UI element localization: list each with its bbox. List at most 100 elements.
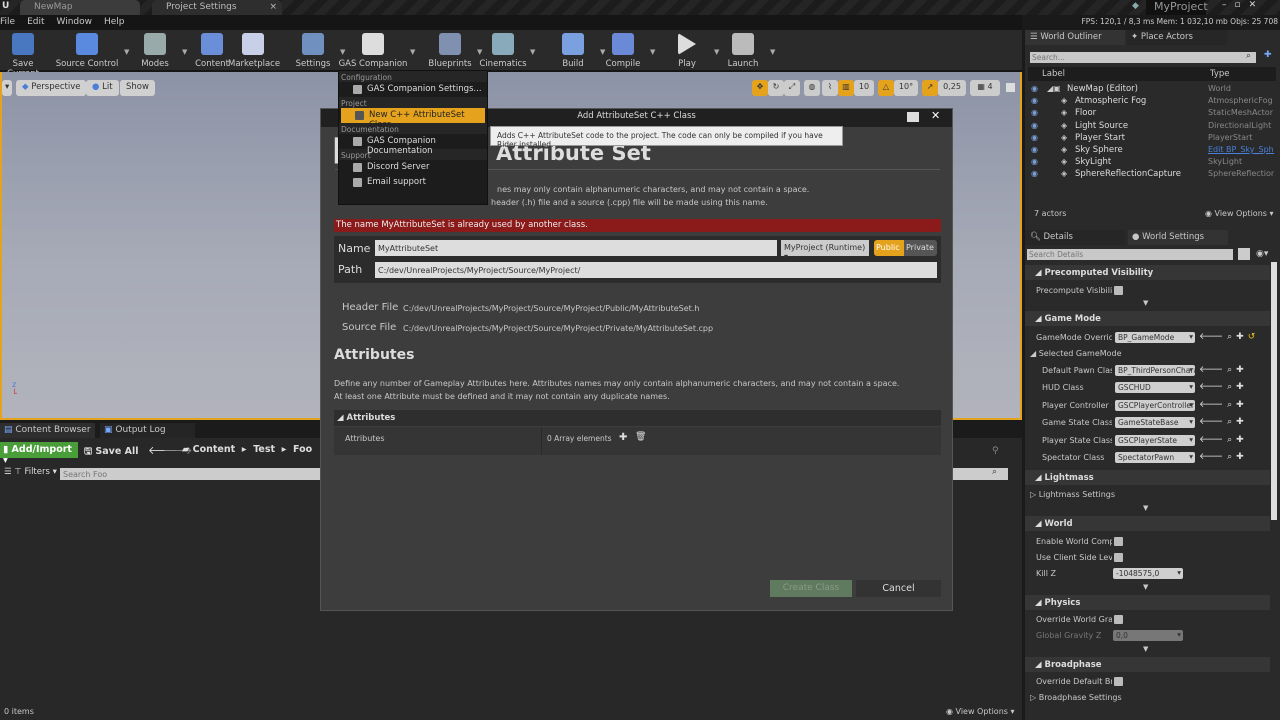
tab-world-settings[interactable]: ● World Settings [1128, 230, 1228, 245]
client-side-streaming-checkbox[interactable] [1114, 553, 1123, 562]
toolbar-button-modes[interactable]: Modes [130, 33, 180, 69]
add-element-icon[interactable]: ✚ [619, 432, 627, 443]
toolbar-button-compile[interactable]: Compile [598, 33, 648, 69]
filters-button[interactable]: ☰ ⊤ Filters ▾ [4, 467, 57, 477]
cancel-button[interactable]: Cancel [856, 580, 941, 597]
toolbar-button-marketplace[interactable]: Marketplace [228, 33, 280, 69]
toolbar-button-cinematics[interactable]: Cinematics [478, 33, 528, 69]
class-combo-4[interactable]: GSCPlayerState [1115, 434, 1195, 446]
create-class-button[interactable]: Create Class [770, 580, 852, 597]
class-combo-0[interactable]: BP_ThirdPersonCharacter [1115, 365, 1195, 376]
translate-icon[interactable]: ✥ [752, 80, 768, 96]
visibility-eye-icon[interactable]: ◉ [1031, 169, 1038, 178]
property-actions[interactable]: 🡐⌕✚ [1199, 416, 1248, 427]
outliner-item-label[interactable]: Floor [1075, 108, 1096, 120]
camera-speed[interactable]: ▦ 4 [970, 80, 1000, 96]
viewport-options-button[interactable]: ▾ [2, 80, 13, 96]
toolbar-button-gas-companion[interactable]: GAS Companion [338, 33, 408, 69]
toolbar-button-source-control[interactable]: Source Control [52, 33, 122, 69]
property-actions[interactable]: 🡐⌕✚ [1199, 364, 1248, 375]
class-name-input[interactable] [375, 240, 777, 256]
breadcrumb-content[interactable]: Content [193, 444, 236, 455]
menu-item-email-support[interactable]: Email support [339, 175, 487, 190]
visibility-eye-icon[interactable]: ◉ [1031, 157, 1038, 166]
tab-output-log[interactable]: ▣ Output Log [100, 423, 195, 438]
menu-help[interactable]: Help [104, 17, 125, 30]
tab-details[interactable]: 🔍︎ Details [1025, 230, 1125, 245]
outliner-item-label[interactable]: Light Source [1075, 121, 1128, 133]
world-composition-checkbox[interactable] [1114, 537, 1123, 546]
selected-gamemode-group[interactable]: ◢ Selected GameMode [1030, 349, 1122, 358]
attributes-category[interactable]: ◢ Attributes [334, 410, 941, 426]
menu-window[interactable]: Window [57, 17, 93, 30]
dropdown-caret-icon[interactable]: ▼ [410, 48, 415, 56]
outliner-search-input[interactable] [1030, 52, 1256, 63]
visibility-eye-icon[interactable]: ◉ [1031, 133, 1038, 142]
expand-arrow-icon[interactable]: ▼ [1143, 504, 1148, 512]
category-game-mode[interactable]: ◢ Game Mode [1025, 311, 1270, 326]
tab-world-outliner[interactable]: ☰ World Outliner [1025, 30, 1125, 45]
menu-edit[interactable]: Edit [27, 17, 44, 30]
column-label[interactable]: Label [1042, 69, 1065, 79]
rotate-icon[interactable]: ↻ [768, 80, 784, 96]
outliner-item-label[interactable]: Atmospheric Fog [1075, 96, 1146, 108]
outliner-item-type[interactable]: Edit BP_Sky_Sphere [1208, 145, 1274, 157]
class-combo-5[interactable]: SpectatorPawn [1115, 452, 1195, 463]
tab-newmap[interactable]: NewMap [20, 0, 140, 15]
breadcrumb-test[interactable]: Test [253, 444, 275, 455]
category-broadphase[interactable]: ◢ Broadphase [1025, 657, 1270, 672]
visibility-eye-icon[interactable]: ◉ [1031, 84, 1038, 93]
maximize-viewport-icon[interactable] [1006, 83, 1015, 92]
class-combo-1[interactable]: GSCHUD [1115, 382, 1195, 394]
visibility-eye-icon[interactable]: ◉ [1031, 108, 1038, 117]
grid-snap-value[interactable]: 10 [854, 80, 874, 96]
window-controls[interactable]: –▫✕ [1222, 0, 1264, 10]
category-physics[interactable]: ◢ Physics [1025, 595, 1270, 610]
class-combo-3[interactable]: GameStateBase [1115, 417, 1195, 429]
kill-z-input[interactable]: -1048575,0 [1113, 568, 1183, 579]
dropdown-caret-icon[interactable]: ▼ [124, 48, 129, 56]
expand-arrow-icon[interactable]: ▼ [1143, 299, 1148, 307]
gamemode-override-combo[interactable]: BP_GameMode [1115, 332, 1195, 343]
menu-item-discord-server[interactable]: Discord Server [339, 160, 487, 175]
add-folder-icon[interactable]: ✚ [1264, 50, 1272, 60]
close-icon[interactable]: ✕ [931, 109, 940, 122]
rotation-snap-icon[interactable]: △ [878, 80, 894, 96]
path-input[interactable] [375, 262, 937, 278]
expand-arrow-icon[interactable]: ▼ [1143, 583, 1148, 591]
toolbar-button-build[interactable]: Build [548, 33, 598, 69]
breadcrumb-foo[interactable]: Foo [293, 444, 312, 455]
visibility-eye-icon[interactable]: ◉ [1031, 96, 1038, 105]
perspective-button[interactable]: ◆ Perspective [16, 80, 87, 96]
grid-snap-icon[interactable]: ▥ [838, 80, 854, 96]
column-type[interactable]: Type [1210, 69, 1230, 79]
property-actions[interactable]: 🡐⌕✚ [1199, 381, 1248, 392]
property-actions[interactable]: 🡐⌕✚ [1199, 451, 1248, 462]
surface-snap-icon[interactable]: ⌇ [822, 80, 838, 96]
dropdown-caret-icon[interactable]: ▼ [650, 48, 655, 56]
private-toggle[interactable]: Private [904, 240, 937, 256]
visibility-eye-icon[interactable]: ◉ [1031, 145, 1038, 154]
broadphase-settings-group[interactable]: ▷ Broadphase Settings [1030, 693, 1122, 702]
details-scrollbar[interactable] [1271, 262, 1277, 520]
maximize-icon[interactable] [907, 112, 919, 122]
delete-all-icon[interactable]: 🗑︎ [635, 432, 646, 442]
outliner-item-label[interactable]: Sky Sphere [1075, 145, 1123, 157]
add-import-button[interactable]: ▮ Add/Import ▾ [0, 442, 78, 466]
close-icon[interactable]: × [269, 2, 277, 12]
expand-arrow-icon[interactable]: ▼ [1143, 645, 1148, 653]
lock-icon[interactable]: ⚲ [992, 446, 999, 456]
public-toggle[interactable]: Public [874, 240, 904, 256]
tab-project-settings[interactable]: Project Settings × [152, 0, 282, 15]
details-search-input[interactable] [1027, 249, 1233, 260]
menu-item-gas-companion-settings-[interactable]: GAS Companion Settings... [339, 82, 487, 97]
class-combo-2[interactable]: GSCPlayerController [1115, 399, 1195, 411]
tab-content-browser[interactable]: ▤ Content Browser [0, 423, 95, 438]
scale-snap-value[interactable]: 0,25 [938, 80, 966, 96]
property-actions[interactable]: 🡐⌕✚ [1199, 399, 1248, 410]
toolbar-button-blueprints[interactable]: Blueprints [425, 33, 475, 69]
property-actions[interactable]: 🡐⌕✚↺ [1199, 331, 1259, 342]
scale-snap-icon[interactable]: ↗ [922, 80, 938, 96]
dropdown-caret-icon[interactable]: ▼ [530, 48, 535, 56]
scale-icon[interactable]: ⤢ [784, 80, 800, 96]
